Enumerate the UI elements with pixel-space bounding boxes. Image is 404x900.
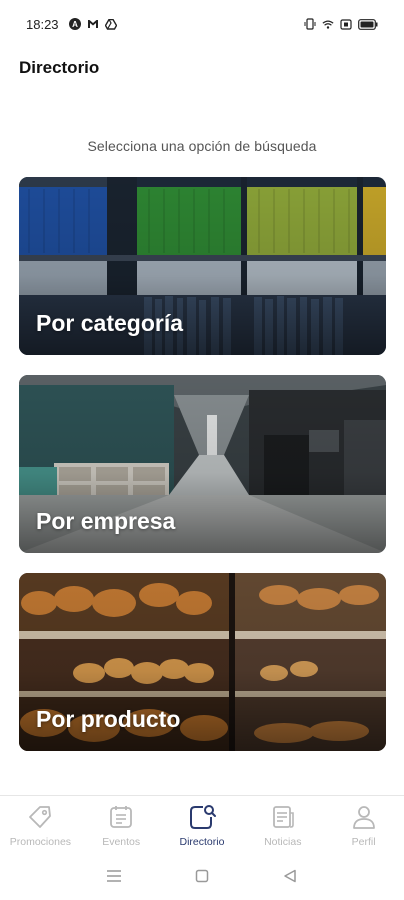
nav-label: Promociones (9, 836, 72, 848)
status-right (304, 18, 378, 30)
nav-label: Directorio (179, 836, 225, 848)
nav-item-directorio[interactable]: Directorio (162, 802, 242, 848)
nav-item-perfil[interactable]: Perfil (324, 802, 404, 848)
drive-icon (104, 18, 117, 30)
nav-label: Eventos (102, 836, 141, 848)
gmail-icon (87, 18, 99, 30)
a-badge-icon: A (68, 18, 81, 30)
search-options-subtitle: Selecciona una opción de búsqueda (87, 138, 317, 154)
wifi-icon (322, 18, 334, 30)
category-card[interactable]: Por categoría (19, 177, 386, 355)
news-icon (268, 802, 298, 832)
nav-label: Noticias (264, 836, 302, 848)
category-card-label: Por categoría (36, 310, 183, 336)
bottom-nav: Promociones Eventos Directorio Noticias … (0, 795, 404, 855)
nav-item-noticias[interactable]: Noticias (243, 802, 323, 848)
menu-icon[interactable] (102, 864, 126, 888)
home-icon[interactable] (190, 864, 214, 888)
directory-search-icon (187, 802, 217, 832)
user-icon (349, 802, 379, 832)
vibrate-icon (304, 18, 316, 30)
company-card[interactable]: Por empresa (19, 375, 386, 553)
system-nav (0, 860, 404, 892)
status-left: 18:23 A (26, 17, 117, 32)
calendar-icon (106, 802, 136, 832)
product-card-label: Por producto (36, 706, 181, 732)
battery-icon (358, 18, 378, 30)
product-card[interactable]: Por producto (19, 573, 386, 751)
page-title: Directorio (19, 58, 100, 77)
svg-text:A: A (72, 20, 78, 29)
nav-label: Perfil (351, 836, 376, 848)
nav-item-promociones[interactable]: Promociones (0, 802, 80, 848)
status-bar: 18:23 A (0, 0, 404, 48)
back-icon[interactable] (278, 864, 302, 888)
company-card-label: Por empresa (36, 508, 176, 534)
tag-icon (25, 802, 55, 832)
nav-item-eventos[interactable]: Eventos (81, 802, 161, 848)
sim-icon (340, 18, 352, 30)
status-time: 18:23 (26, 16, 59, 32)
